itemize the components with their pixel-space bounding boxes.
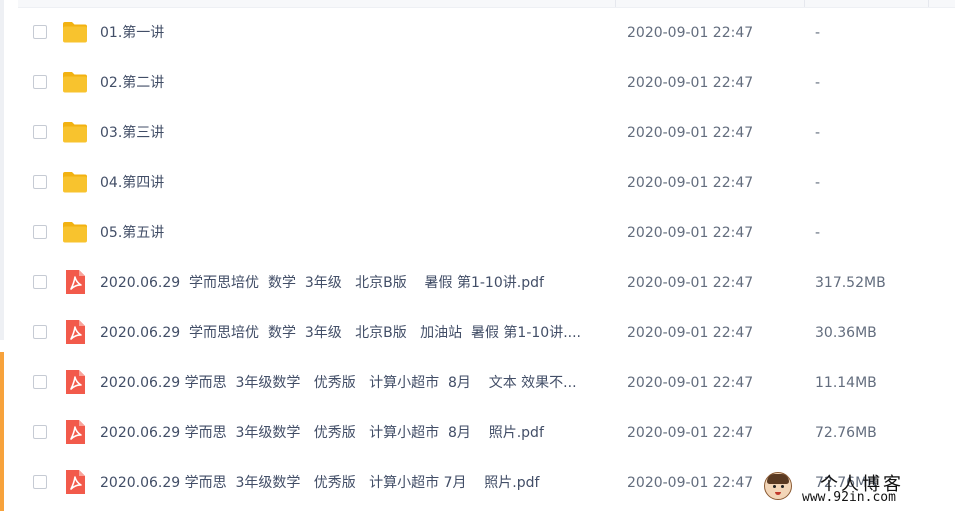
file-modified-date: 2020-09-01 22:47 [627,325,754,341]
file-size: - [815,125,821,141]
watermark: 个人博客 www.92in.com [762,470,942,508]
file-name[interactable]: 2020.06.29 学而思培优 数学 3年级 北京B版 暑假 第1-10讲.p… [100,258,610,308]
file-modified-date: 2020-09-01 22:47 [627,425,754,441]
row-checkbox[interactable] [33,475,47,489]
file-row[interactable]: 05.第五讲 2020-09-01 22:47 - [18,208,955,258]
row-checkbox[interactable] [33,125,47,139]
file-row[interactable]: 01.第一讲 2020-09-01 22:47 - [18,8,955,58]
row-checkbox[interactable] [33,275,47,289]
file-name[interactable]: 02.第二讲 [100,58,610,108]
row-checkbox[interactable] [33,175,47,189]
left-edge-accent [0,352,4,511]
left-edge-bar [0,0,4,511]
pdf-icon [62,370,88,394]
file-modified-date: 2020-09-01 22:47 [627,275,754,291]
header-separator [928,0,929,7]
left-edge-gray [0,0,4,340]
row-checkbox[interactable] [33,375,47,389]
row-checkbox[interactable] [33,225,47,239]
file-size: - [815,25,821,41]
folder-icon [62,70,88,94]
file-size: 317.52MB [815,275,886,291]
file-row[interactable]: 2020.06.29 学而思培优 数学 3年级 北京B版 加油站 暑假 第1-1… [18,308,955,358]
row-checkbox[interactable] [33,425,47,439]
file-size: 72.76MB [815,425,877,441]
file-row[interactable]: 2020.06.29 学而思培优 数学 3年级 北京B版 暑假 第1-10讲.p… [18,258,955,308]
file-manager-page: 01.第一讲 2020-09-01 22:47 - 02.第二讲 2020-09… [0,0,955,511]
row-checkbox[interactable] [33,75,47,89]
pdf-icon [62,270,88,294]
file-size: - [815,225,821,241]
folder-icon [62,170,88,194]
file-name[interactable]: 2020.06.29 学而思 3年级数学 优秀版 计算小超市 8月 文本 效果不… [100,358,610,408]
folder-icon [62,120,88,144]
file-row[interactable]: 04.第四讲 2020-09-01 22:47 - [18,158,955,208]
file-row[interactable]: 02.第二讲 2020-09-01 22:47 - [18,58,955,108]
file-modified-date: 2020-09-01 22:47 [627,225,754,241]
file-size: 30.36MB [815,325,877,341]
folder-icon [62,20,88,44]
pdf-icon [62,470,88,494]
pdf-icon [62,320,88,344]
file-modified-date: 2020-09-01 22:47 [627,475,754,491]
file-modified-date: 2020-09-01 22:47 [627,125,754,141]
file-name[interactable]: 01.第一讲 [100,8,610,58]
file-row[interactable]: 2020.06.29 学而思 3年级数学 优秀版 计算小超市 8月 照片.pdf… [18,408,955,458]
folder-icon [62,220,88,244]
watermark-url: www.92in.com [802,490,896,505]
file-modified-date: 2020-09-01 22:47 [627,25,754,41]
file-name[interactable]: 05.第五讲 [100,208,610,258]
row-checkbox[interactable] [33,325,47,339]
file-name[interactable]: 2020.06.29 学而思培优 数学 3年级 北京B版 加油站 暑假 第1-1… [100,308,610,358]
list-header-strip [18,0,955,8]
file-name[interactable]: 04.第四讲 [100,158,610,208]
file-row[interactable]: 03.第三讲 2020-09-01 22:47 - [18,108,955,158]
file-list: 01.第一讲 2020-09-01 22:47 - 02.第二讲 2020-09… [18,8,955,508]
file-modified-date: 2020-09-01 22:47 [627,175,754,191]
row-checkbox[interactable] [33,25,47,39]
file-name[interactable]: 03.第三讲 [100,108,610,158]
file-name[interactable]: 2020.06.29 学而思 3年级数学 优秀版 计算小超市 7月 照片.pdf [100,458,610,508]
file-size: - [815,175,821,191]
pdf-icon [62,420,88,444]
file-modified-date: 2020-09-01 22:47 [627,375,754,391]
header-separator [804,0,805,7]
file-size: 11.14MB [815,375,877,391]
file-row[interactable]: 2020.06.29 学而思 3年级数学 优秀版 计算小超市 8月 文本 效果不… [18,358,955,408]
file-modified-date: 2020-09-01 22:47 [627,75,754,91]
file-name[interactable]: 2020.06.29 学而思 3年级数学 优秀版 计算小超市 8月 照片.pdf [100,408,610,458]
watermark-avatar-icon [764,472,792,500]
file-size: - [815,75,821,91]
header-separator [615,0,616,7]
